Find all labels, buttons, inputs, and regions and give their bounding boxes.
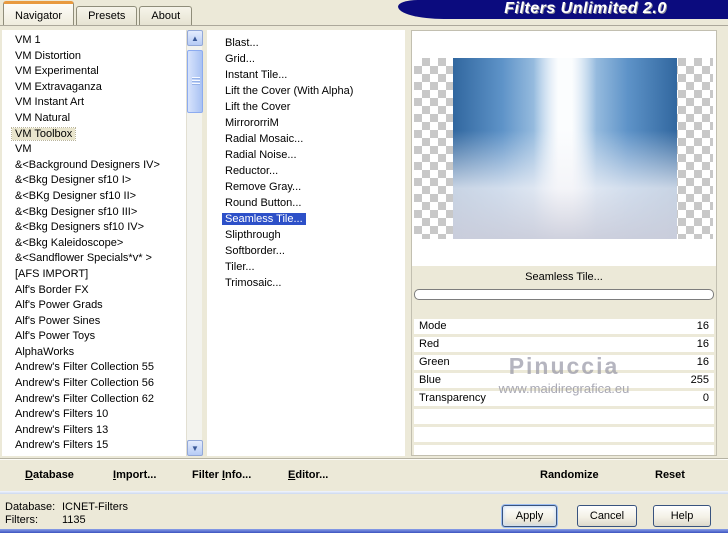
tab-navigator[interactable]: Navigator	[3, 1, 75, 25]
preview-image	[453, 58, 677, 239]
category-item[interactable]: &<Bkg Kaleidoscope>	[12, 236, 186, 252]
filter-item[interactable]: Tiler...	[222, 259, 405, 275]
filters-unlimited-window: Navigator Presets About Filters Unlimite…	[0, 0, 728, 533]
filter-item[interactable]: Reductor...	[222, 163, 405, 179]
param-row: Mode 16	[414, 319, 714, 334]
scroll-down-icon[interactable]: ▼	[187, 440, 203, 456]
param-name: Blue	[419, 374, 442, 386]
tab-presets[interactable]: Presets	[76, 6, 138, 25]
filter-item[interactable]: Instant Tile...	[222, 67, 405, 83]
filters-value: 1135	[62, 514, 86, 526]
editor-button[interactable]: Editor...	[288, 460, 328, 491]
import-button[interactable]: Import...	[113, 460, 156, 491]
category-item[interactable]: Andrew's Filters 13	[12, 423, 186, 439]
randomize-button[interactable]: Randomize	[540, 460, 599, 491]
database-value: ICNET-Filters	[62, 501, 128, 513]
category-item[interactable]: Andrew's Filter Collection 56	[12, 376, 186, 392]
window-bottom-edge	[0, 529, 728, 533]
category-item[interactable]: &<Bkg Designer sf10 III>	[12, 205, 186, 221]
param-value[interactable]: 0	[703, 391, 709, 406]
param-name: Green	[419, 356, 450, 368]
progress-bar	[414, 289, 714, 300]
category-item[interactable]: VM Natural	[12, 111, 186, 127]
category-item[interactable]: Alf's Power Toys	[12, 329, 186, 345]
selected-filter-label: Seamless Tile...	[412, 266, 716, 288]
filter-list: Blast... Grid... Instant Tile... Lift the C…	[207, 30, 405, 456]
param-value[interactable]: 16	[697, 355, 709, 370]
param-name: Red	[419, 338, 440, 350]
category-item[interactable]: [AFS IMPORT]	[12, 267, 186, 283]
category-item[interactable]: Andrew's Filter Collection 55	[12, 360, 186, 376]
scrollbar-grip-icon	[192, 77, 200, 86]
filter-item[interactable]: Radial Noise...	[222, 147, 405, 163]
apply-button[interactable]: Apply	[502, 505, 557, 527]
category-item[interactable]: Alf's Power Grads	[12, 298, 186, 314]
database-button[interactable]: Database	[25, 460, 74, 491]
category-item[interactable]: &<Sandflower Specials*v* >	[12, 251, 186, 267]
category-item[interactable]: VM 1	[12, 33, 186, 49]
category-item[interactable]: Alf's Power Sines	[12, 314, 186, 330]
preview-area	[412, 31, 716, 266]
tab-about[interactable]: About	[139, 6, 193, 25]
param-row: Blue 255	[414, 373, 714, 388]
filter-item[interactable]: Softborder...	[222, 243, 405, 259]
filter-item[interactable]: MirrororriM	[222, 115, 405, 131]
category-item[interactable]: VM Experimental	[12, 64, 186, 80]
param-value[interactable]: 16	[697, 319, 709, 334]
param-value[interactable]: 255	[691, 373, 709, 388]
filter-item[interactable]: Round Button...	[222, 195, 405, 211]
param-row-empty	[414, 409, 714, 424]
filter-item[interactable]: Lift the Cover (With Alpha)	[222, 83, 405, 99]
category-item[interactable]: &<Background Designers IV>	[12, 158, 186, 174]
status-info: Database: ICNET-Filters Filters: 1135	[5, 501, 128, 527]
app-title: Filters Unlimited 2.0	[504, 0, 667, 17]
filter-item[interactable]: Trimosaic...	[222, 275, 405, 291]
param-value[interactable]: 16	[697, 337, 709, 352]
toolbar: Database Import... Filter Info... Editor...…	[0, 459, 728, 490]
category-item[interactable]: AlphaWorks	[12, 345, 186, 361]
scrollbar-thumb[interactable]	[187, 50, 203, 113]
filter-item[interactable]: Remove Gray...	[222, 179, 405, 195]
category-list: VM 1 VM Distortion VM Experimental VM Extra…	[2, 30, 186, 456]
category-item[interactable]: Alf's Border FX	[12, 283, 186, 299]
param-row: Red 16	[414, 337, 714, 352]
scroll-up-icon[interactable]: ▲	[187, 30, 203, 46]
category-item[interactable]: &<Bkg Designer sf10 I>	[12, 173, 186, 189]
category-item[interactable]: VM Instant Art	[12, 95, 186, 111]
param-row-empty	[414, 427, 714, 442]
category-item[interactable]: &<Bkg Designers sf10 IV>	[12, 220, 186, 236]
filter-item[interactable]: Lift the Cover	[222, 99, 405, 115]
param-row-empty	[414, 445, 714, 455]
param-name: Transparency	[419, 392, 486, 404]
category-item[interactable]: VM Extravaganza	[12, 80, 186, 96]
filter-item[interactable]: Grid...	[222, 51, 405, 67]
status-bar: Database: ICNET-Filters Filters: 1135 Ap…	[0, 494, 728, 529]
category-item[interactable]: VM	[12, 142, 186, 158]
category-item[interactable]: &<BKg Designer sf10 II>	[12, 189, 186, 205]
filter-item[interactable]: Blast...	[222, 35, 405, 51]
filter-info-button[interactable]: Filter Info...	[192, 460, 251, 491]
param-name: Mode	[419, 320, 447, 332]
filters-label: Filters:	[5, 514, 38, 526]
app-title-banner: Filters Unlimited 2.0	[398, 0, 728, 19]
category-item[interactable]: VM Distortion	[12, 49, 186, 65]
preview-panel: Seamless Tile... Mode 16 Red 16 Green 16 Blue 2…	[411, 30, 717, 456]
param-row: Green 16	[414, 355, 714, 370]
category-item[interactable]: Andrew's Filter Collection 62	[12, 392, 186, 408]
filter-item[interactable]: Slipthrough	[222, 227, 405, 243]
filter-item[interactable]: Seamless Tile...	[222, 211, 405, 227]
category-item[interactable]: Andrew's Filters 10	[12, 407, 186, 423]
category-scrollbar[interactable]: ▲ ▼	[186, 30, 203, 456]
help-button[interactable]: Help	[653, 505, 711, 527]
parameter-table: Mode 16 Red 16 Green 16 Blue 255 Transparency 0	[412, 319, 716, 455]
param-row: Transparency 0	[414, 391, 714, 406]
database-label: Database:	[5, 501, 56, 513]
reset-button[interactable]: Reset	[655, 460, 685, 491]
category-item[interactable]: VM Toolbox	[10, 126, 186, 143]
category-item[interactable]: Andrew's Filters 15	[12, 438, 186, 454]
cancel-button[interactable]: Cancel	[577, 505, 637, 527]
filter-item[interactable]: Radial Mosaic...	[222, 131, 405, 147]
